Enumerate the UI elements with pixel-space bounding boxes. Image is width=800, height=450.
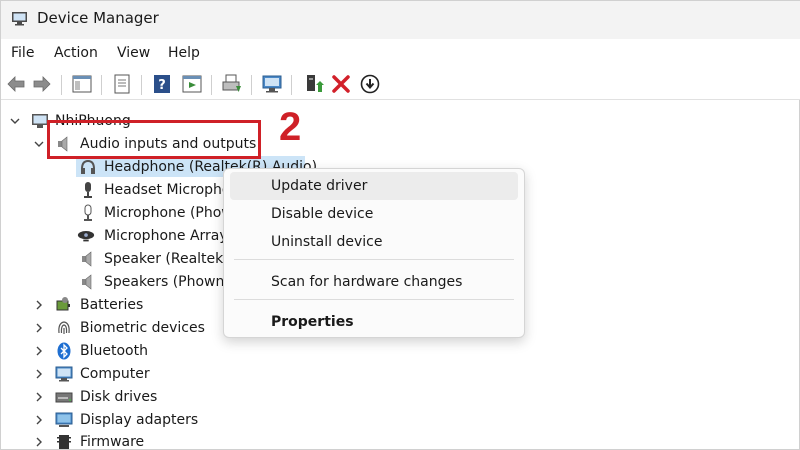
toolbar-separator xyxy=(141,75,142,95)
audio-device-speakers[interactable]: Speakers (Phowng xyxy=(1,271,233,293)
menu-item-uninstall-device[interactable]: Uninstall device xyxy=(230,228,518,256)
category-label: Firmware xyxy=(80,434,145,450)
device-label: Microphone (Phow xyxy=(104,205,233,221)
device-label: Speaker (Realtek(R xyxy=(104,251,239,267)
speaker-icon xyxy=(82,251,92,267)
bluetooth-icon xyxy=(57,342,71,360)
webcam-icon xyxy=(77,231,95,242)
toolbar-separator xyxy=(101,75,102,95)
help-icon[interactable]: ? xyxy=(151,73,173,95)
menu-help[interactable]: Help xyxy=(168,45,200,61)
category-label: Batteries xyxy=(80,297,144,313)
title-bar: Device Manager xyxy=(1,1,800,39)
category-label: Biometric devices xyxy=(80,320,205,336)
forward-arrow-icon[interactable] xyxy=(31,73,53,95)
monitor-icon xyxy=(55,366,73,382)
chevron-right-icon[interactable] xyxy=(33,391,45,403)
window-title: Device Manager xyxy=(37,9,159,27)
toolbar-separator xyxy=(211,75,212,95)
menu-view[interactable]: View xyxy=(117,45,150,61)
chevron-right-icon[interactable] xyxy=(33,368,45,380)
tree-category-display-adapters[interactable]: Display adapters xyxy=(1,409,301,431)
firmware-chip-icon xyxy=(57,435,71,449)
menu-item-properties[interactable]: Properties xyxy=(230,308,518,336)
chevron-right-icon[interactable] xyxy=(33,345,45,357)
device-manager-window: Device Manager File Action View Help ? N… xyxy=(0,0,800,450)
category-label: Bluetooth xyxy=(80,343,148,359)
device-label: Microphone Array xyxy=(104,228,228,244)
toolbar: ? xyxy=(1,69,800,99)
chevron-down-icon[interactable] xyxy=(33,138,45,150)
tree-category-disk-drives[interactable]: Disk drives xyxy=(1,386,301,408)
tree-category-firmware[interactable]: Firmware xyxy=(1,431,301,450)
audio-device-speaker[interactable]: Speaker (Realtek(R xyxy=(1,248,238,270)
chevron-right-icon[interactable] xyxy=(33,436,45,448)
microphone-icon xyxy=(84,204,92,221)
update-driver-icon[interactable] xyxy=(303,73,325,95)
chevron-down-icon[interactable] xyxy=(9,115,21,127)
audio-device-microphone[interactable]: Microphone (Phow xyxy=(1,202,233,224)
category-label: Display adapters xyxy=(80,412,199,428)
show-hide-console-tree-icon[interactable] xyxy=(71,73,93,95)
back-arrow-icon[interactable] xyxy=(5,73,27,95)
microphone-icon xyxy=(84,182,92,198)
menu-item-disable-device[interactable]: Disable device xyxy=(230,200,518,228)
toolbar-separator xyxy=(251,75,252,95)
display-adapter-icon xyxy=(55,412,73,427)
menu-separator xyxy=(234,259,514,260)
annotation-step-number: 2 xyxy=(279,105,302,149)
menu-item-scan-hardware[interactable]: Scan for hardware changes xyxy=(230,268,518,296)
show-hidden-icon[interactable] xyxy=(181,73,203,95)
category-label: Computer xyxy=(80,366,150,382)
category-label: Disk drives xyxy=(80,389,158,405)
menu-action[interactable]: Action xyxy=(54,45,98,61)
annotation-highlight-box xyxy=(47,120,261,159)
disable-device-icon[interactable] xyxy=(359,73,381,95)
print-icon[interactable] xyxy=(221,73,243,95)
properties-icon[interactable] xyxy=(111,73,133,95)
toolbar-separator xyxy=(61,75,62,95)
menu-separator xyxy=(234,299,514,300)
chevron-right-icon[interactable] xyxy=(33,299,45,311)
audio-device-microphone-array[interactable]: Microphone Array xyxy=(1,225,228,247)
tree-category-bluetooth[interactable]: Bluetooth xyxy=(1,340,301,362)
uninstall-device-icon[interactable] xyxy=(330,73,352,95)
battery-icon xyxy=(56,297,70,311)
svg-text:?: ? xyxy=(158,78,166,93)
headphone-icon xyxy=(81,159,95,174)
menu-file[interactable]: File xyxy=(11,45,34,61)
toolbar-separator xyxy=(291,75,292,95)
device-label: Speakers (Phowng xyxy=(104,274,234,290)
tree-category-computer[interactable]: Computer xyxy=(1,363,301,385)
scan-hardware-icon[interactable] xyxy=(261,73,283,95)
menu-bar: File Action View Help xyxy=(1,39,800,69)
speaker-icon xyxy=(82,274,92,290)
disk-drive-icon xyxy=(55,392,73,403)
context-menu: Update driver Disable device Uninstall d… xyxy=(223,168,525,338)
device-manager-app-icon xyxy=(12,12,27,26)
fingerprint-icon xyxy=(58,321,70,334)
menu-item-update-driver[interactable]: Update driver xyxy=(230,172,518,200)
chevron-right-icon[interactable] xyxy=(33,414,45,426)
chevron-right-icon[interactable] xyxy=(33,322,45,334)
audio-device-headset-mic[interactable]: Headset Microphone ( xyxy=(1,179,258,201)
